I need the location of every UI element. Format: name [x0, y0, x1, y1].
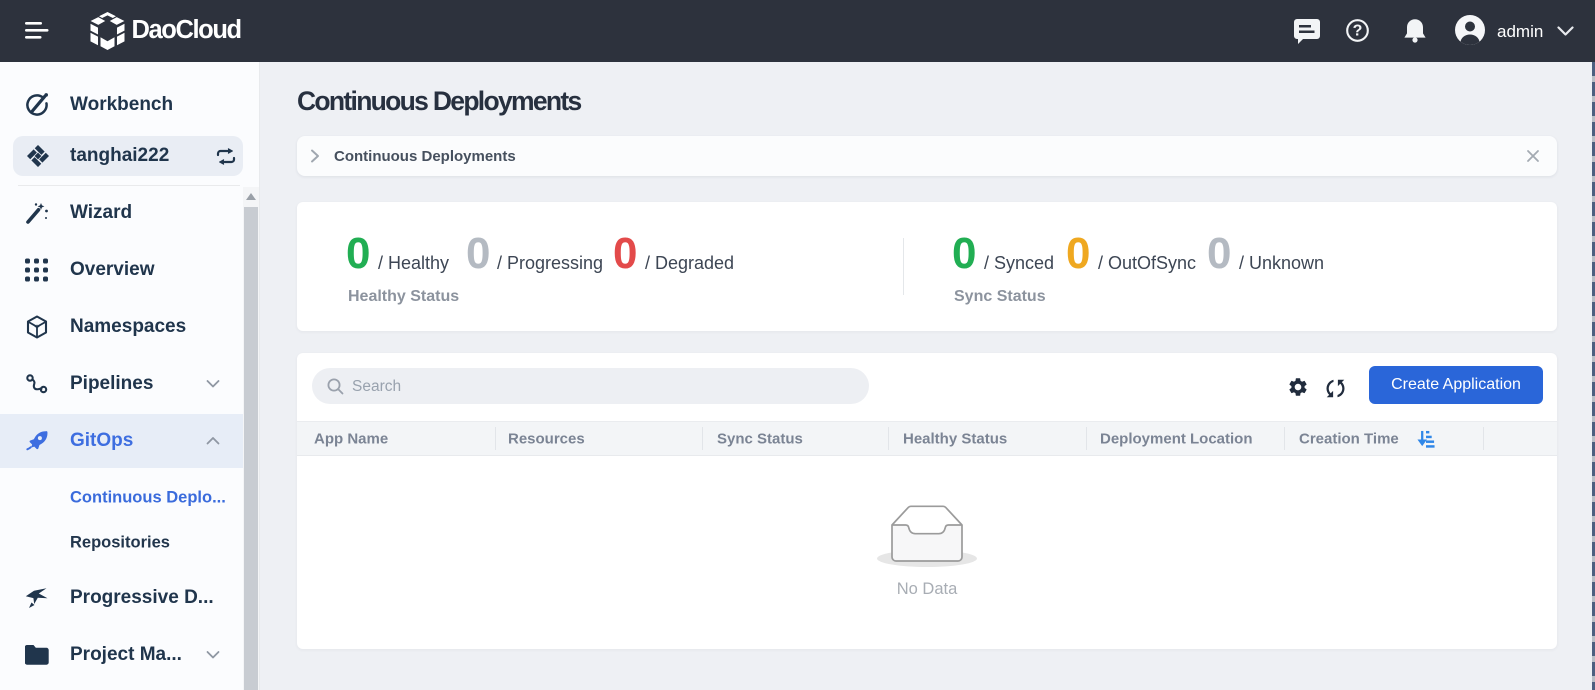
- svg-text:?: ?: [1353, 23, 1363, 40]
